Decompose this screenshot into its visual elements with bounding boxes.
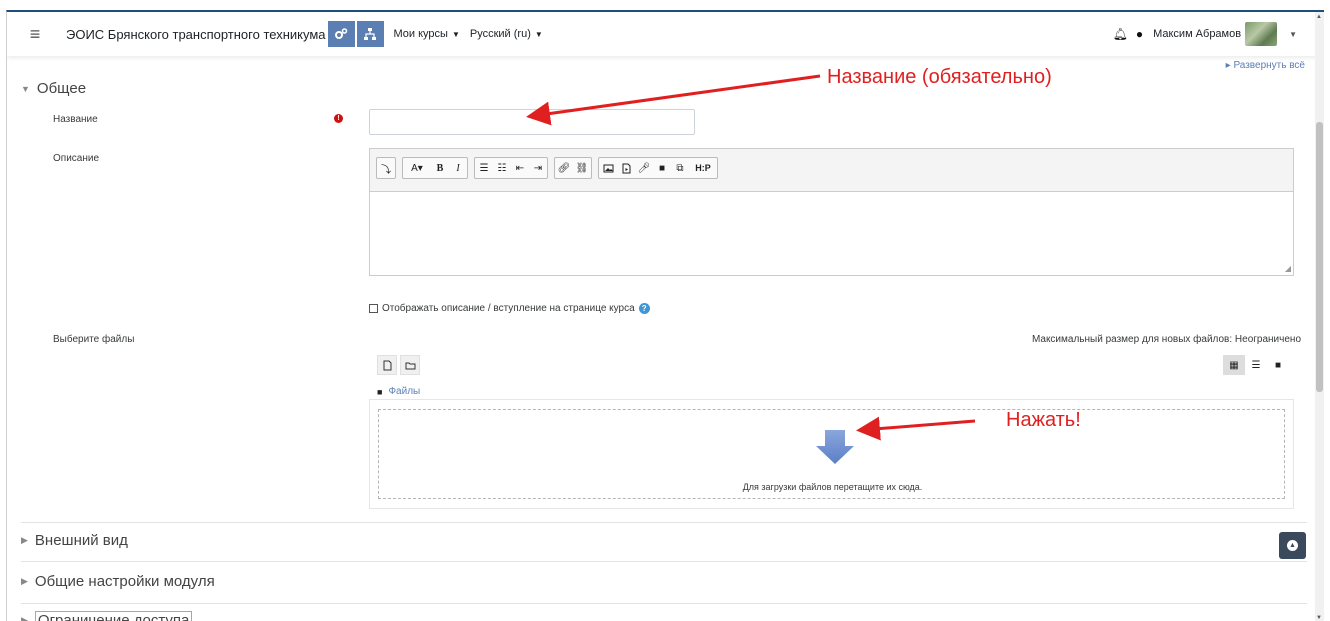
- folder-icon: [405, 362, 415, 369]
- messages-icon[interactable]: ●: [1136, 27, 1143, 41]
- scroll-down-icon[interactable]: ▼: [1316, 615, 1322, 621]
- my-courses-label: Мои курсы: [393, 28, 448, 40]
- section-general-header[interactable]: ▼ Общее: [21, 80, 86, 97]
- toolbar-group-format: A▾ B I: [402, 157, 468, 179]
- resize-handle-icon[interactable]: ◢: [1285, 264, 1291, 273]
- show-description-checkbox[interactable]: [369, 304, 378, 313]
- link-icon[interactable]: 🔗︎: [555, 158, 573, 178]
- description-textarea[interactable]: ◢: [370, 191, 1293, 275]
- paragraph-style-icon[interactable]: A▾: [403, 158, 431, 178]
- section-common-settings-header[interactable]: ▶ Общие настройки модуля: [21, 573, 215, 590]
- expand-all-label: Развернуть всё: [1233, 60, 1305, 71]
- indent-icon[interactable]: ⇥: [529, 158, 547, 178]
- select-files-label: Выберите файлы: [53, 334, 135, 345]
- file-dropzone[interactable]: Для загрузки файлов перетащите их сюда.: [378, 409, 1285, 499]
- caret-right-icon: ▶: [21, 576, 28, 586]
- toolbar-group-media: 🎤︎ ■ ⧉ H:P: [598, 157, 718, 179]
- italic-icon[interactable]: I: [449, 158, 467, 178]
- chevron-down-icon: ▼: [451, 29, 460, 39]
- grid-view-icon[interactable]: ▦: [1223, 355, 1245, 375]
- toolbar-group-toggle: ⤵: [376, 157, 396, 179]
- page-scrollbar[interactable]: ▲ ▼: [1315, 12, 1324, 621]
- my-courses-menu[interactable]: Мои курсы ▼: [394, 28, 460, 40]
- view-mode-group: ▦ ☰ ■: [1223, 355, 1289, 375]
- media-icon[interactable]: [617, 158, 635, 178]
- help-icon[interactable]: ?: [638, 303, 650, 314]
- caret-right-icon: ▶: [21, 615, 28, 621]
- ordered-list-icon[interactable]: ☷: [493, 158, 511, 178]
- section-access-restriction-title: Ограничение доступа: [34, 611, 193, 621]
- section-appearance-title: Внешний вид: [34, 532, 128, 549]
- show-description-label: Отображать описание / вступление на стра…: [382, 303, 635, 314]
- manage-files-icon[interactable]: ⧉: [671, 158, 689, 178]
- section-divider: [21, 603, 1307, 604]
- bold-icon[interactable]: B: [431, 158, 449, 178]
- expand-all-link[interactable]: ▸ Развернуть всё: [1226, 60, 1305, 71]
- toolbar-group-lists: ☰ ☷ ⇤ ⇥: [474, 157, 548, 179]
- scroll-up-icon[interactable]: ▲: [1316, 14, 1322, 20]
- max-size-text: Максимальный размер для новых файлов: Не…: [1031, 334, 1301, 345]
- record-video-icon[interactable]: ■: [653, 158, 671, 178]
- section-appearance-header[interactable]: ▶ Внешний вид: [21, 532, 128, 549]
- bell-icon[interactable]: 🔔︎: [1113, 27, 1128, 41]
- add-file-button[interactable]: [377, 355, 397, 375]
- description-label: Описание: [53, 153, 100, 164]
- user-name[interactable]: Максим Абрамов: [1153, 28, 1241, 40]
- chevron-down-icon[interactable]: ▼: [1289, 30, 1297, 39]
- name-label: Название: [53, 114, 98, 125]
- filepicker-area: Для загрузки файлов перетащите их сюда.: [369, 399, 1294, 509]
- file-icon: [383, 360, 391, 370]
- h5p-icon[interactable]: H:P: [689, 158, 717, 178]
- outdent-icon[interactable]: ⇤: [511, 158, 529, 178]
- annotation-press: Нажать!: [1006, 409, 1081, 431]
- unlink-icon[interactable]: ⛓︎: [573, 158, 591, 178]
- site-name[interactable]: ЭОИС Брянского транспортного техникума: [66, 27, 326, 42]
- list-view-icon[interactable]: ☰: [1245, 355, 1267, 375]
- section-common-settings-title: Общие настройки модуля: [34, 573, 215, 590]
- language-label: Русский (ru): [469, 28, 531, 40]
- browser-frame: ≡ ЭОИС Брянского транспортного техникума…: [6, 10, 1324, 621]
- image-glyph: [603, 164, 613, 172]
- unordered-list-icon[interactable]: ☰: [475, 158, 493, 178]
- language-menu[interactable]: Русский (ru) ▼: [470, 28, 543, 40]
- admin-cogs-button[interactable]: [327, 21, 355, 47]
- caret-down-icon: ▼: [21, 83, 30, 94]
- tree-view-icon[interactable]: ■: [1267, 355, 1289, 375]
- toolbar-group-links: 🔗︎ ⛓︎: [554, 157, 592, 179]
- section-access-restriction-header[interactable]: ▶ Ограничение доступа: [21, 611, 193, 621]
- section-divider: [21, 522, 1307, 523]
- chevron-down-icon: ▼: [534, 29, 543, 39]
- upload-arrow-icon[interactable]: [815, 430, 855, 466]
- caret-right-icon: ▶: [21, 535, 28, 545]
- record-audio-icon[interactable]: 🎤︎: [635, 158, 653, 178]
- section-general-title: Общее: [36, 80, 87, 97]
- user-area: 🔔︎ ● Максим Абрамов ▼: [1113, 12, 1317, 56]
- back-to-top-button[interactable]: ▲: [1279, 532, 1306, 559]
- cogs-icon: [335, 28, 348, 39]
- show-description-row: Отображать описание / вступление на стра…: [369, 303, 650, 314]
- files-breadcrumb: ■ Файлы: [377, 386, 420, 397]
- name-input[interactable]: [369, 109, 695, 135]
- menu-toggle-icon[interactable]: ≡: [22, 21, 48, 47]
- file-media-glyph: [622, 163, 630, 173]
- site-structure-button[interactable]: [356, 21, 384, 47]
- chevron-up-icon: ▲: [1287, 540, 1298, 551]
- folder-icon: ■: [377, 386, 383, 397]
- show-more-icon[interactable]: ⤵: [377, 158, 395, 178]
- avatar[interactable]: [1245, 22, 1278, 46]
- description-editor: ⤵ A▾ B I ☰ ☷ ⇤ ⇥ 🔗︎ ⛓︎ 🎤︎ ■ ⧉ H:P ◢: [369, 148, 1294, 276]
- sitemap-icon: [364, 28, 377, 40]
- scroll-thumb[interactable]: [1316, 122, 1323, 392]
- dropzone-text: Для загрузки файлов перетащите их сюда.: [742, 482, 923, 492]
- required-icon: !: [334, 114, 343, 123]
- annotation-name-required: Название (обязательно): [827, 66, 1052, 88]
- files-folder-link[interactable]: Файлы: [388, 386, 420, 397]
- top-navbar: ≡ ЭОИС Брянского транспортного техникума…: [7, 12, 1317, 56]
- section-divider: [21, 561, 1307, 562]
- image-icon[interactable]: [599, 158, 617, 178]
- editor-toolbar: ⤵ A▾ B I ☰ ☷ ⇤ ⇥ 🔗︎ ⛓︎ 🎤︎ ■ ⧉ H:P: [370, 149, 1293, 187]
- create-folder-button[interactable]: [400, 355, 420, 375]
